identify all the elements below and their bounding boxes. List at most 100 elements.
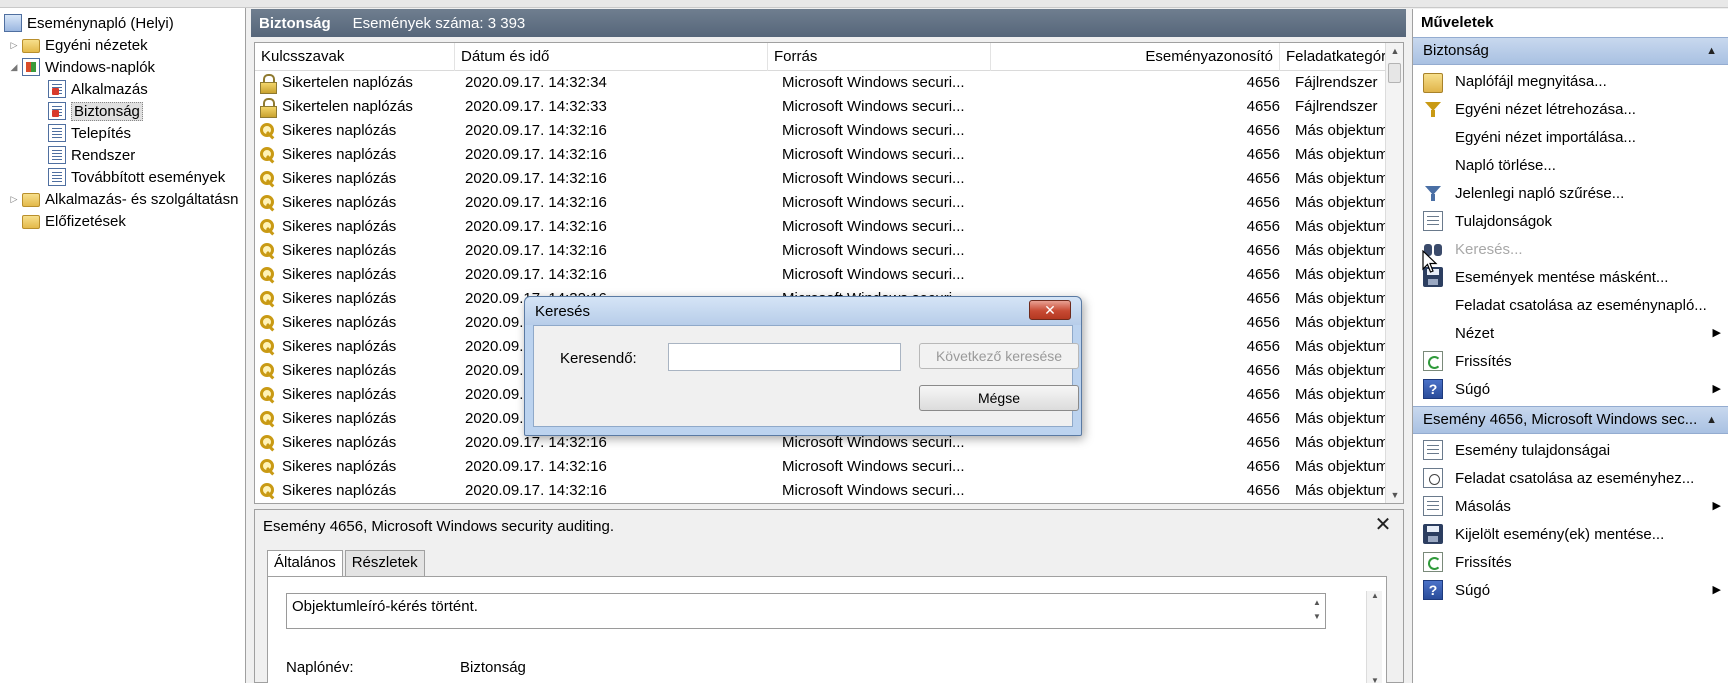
action-event-properties[interactable]: Esemény tulajdonságai: [1413, 436, 1728, 464]
tree-item-system[interactable]: Rendszer: [48, 144, 135, 166]
dialog-close-button[interactable]: ✕: [1029, 300, 1071, 320]
action-save-selected-events[interactable]: Kijelölt esemény(ek) mentése...: [1413, 520, 1728, 548]
dialog-title: Keresés: [535, 303, 591, 320]
action-help-event[interactable]: ? Súgó ▶: [1413, 576, 1728, 604]
action-copy[interactable]: Másolás ▶: [1413, 492, 1728, 520]
section-header-label: Biztonság: [1423, 42, 1489, 59]
log-icon: [48, 80, 66, 98]
column-source[interactable]: Forrás: [768, 43, 991, 71]
action-refresh[interactable]: Frissítés: [1413, 347, 1728, 375]
table-row[interactable]: Sikeres naplózás 2020.09.17. 14:32:16 Micr…: [255, 263, 1385, 287]
cell-keyword-text: Sikeres naplózás: [282, 146, 397, 163]
cell-task-category: Más objektum-hozzáférés...: [1295, 242, 1385, 259]
table-row[interactable]: Sikertelen naplózás 2020.09.17. 14:32:34 M…: [255, 71, 1385, 95]
event-description[interactable]: Objektumleíró-kérés történt. ▲ ▼: [286, 593, 1326, 629]
column-keywords[interactable]: Kulcsszavak: [255, 43, 455, 71]
table-row[interactable]: Sikeres naplózás 2020.09.17. 14:32:16 Micr…: [255, 191, 1385, 215]
cell-keyword: Sikeres naplózás: [259, 431, 449, 455]
event-list-scrollbar[interactable]: ▲ ▼: [1385, 43, 1403, 503]
cell-date-time: 2020.09.17. 14:32:16: [465, 242, 607, 259]
scroll-thumb[interactable]: [1388, 63, 1401, 83]
tree-item-security[interactable]: Biztonság: [48, 100, 143, 122]
scroll-down-icon[interactable]: ▼: [1367, 676, 1383, 683]
tree-item-subscriptions[interactable]: Előfizetések: [22, 210, 126, 232]
table-row[interactable]: Sikeres naplózás 2020.09.17. 14:32:16 Micr…: [255, 239, 1385, 263]
action-refresh-event[interactable]: Frissítés: [1413, 548, 1728, 576]
key-icon: [259, 194, 277, 212]
action-clear-log[interactable]: Napló törlése...: [1413, 151, 1728, 179]
action-import-custom-view[interactable]: Egyéni nézet importálása...: [1413, 123, 1728, 151]
cell-task-category: Más objektum-hozzáférés...: [1295, 146, 1385, 163]
scroll-down-icon[interactable]: ▼: [1386, 487, 1403, 503]
expand-icon[interactable]: ▷: [8, 40, 20, 51]
table-row[interactable]: Sikeres naplózás 2020.09.17. 14:32:16 Micr…: [255, 215, 1385, 239]
tree-item-setup[interactable]: Telepítés: [48, 122, 131, 144]
column-task-category[interactable]: Feladatkategória: [1280, 43, 1398, 71]
action-view[interactable]: Nézet ▶: [1413, 319, 1728, 347]
cell-event-id: 4656: [1246, 146, 1280, 163]
detail-tabs: Általános Részletek: [267, 550, 427, 577]
scroll-up-icon[interactable]: ▲: [1367, 591, 1383, 600]
cell-event-id: 4656: [1246, 266, 1280, 283]
actions-section-event[interactable]: Esemény 4656, Microsoft Windows sec... ▲: [1413, 406, 1728, 434]
column-date-time[interactable]: Dátum és idő: [455, 43, 768, 71]
table-row[interactable]: Sikeres naplózás 2020.09.17. 14:32:16 Micr…: [255, 479, 1385, 503]
table-row[interactable]: Sikertelen naplózás 2020.09.17. 14:32:33 M…: [255, 95, 1385, 119]
copy-icon: [1423, 496, 1443, 516]
key-icon: [259, 362, 277, 380]
action-filter-current-log[interactable]: Jelenlegi napló szűrése...: [1413, 179, 1728, 207]
close-icon[interactable]: ✕: [1373, 514, 1393, 536]
find-input[interactable]: [668, 343, 901, 371]
table-row[interactable]: Sikeres naplózás 2020.09.17. 14:32:16 Micr…: [255, 119, 1385, 143]
tree-item-custom-views[interactable]: ▷ Egyéni nézetek: [8, 34, 148, 56]
cell-task-category: Más objektum-hozzáférés...: [1295, 482, 1385, 499]
dialog-titlebar[interactable]: Keresés ✕: [525, 297, 1081, 325]
table-row[interactable]: Sikeres naplózás 2020.09.17. 14:32:16 Micr…: [255, 167, 1385, 191]
cancel-button[interactable]: Mégse: [919, 385, 1079, 411]
collapse-icon[interactable]: ▲: [1706, 38, 1717, 64]
table-row[interactable]: Sikeres naplózás 2020.09.17. 14:32:16 Micr…: [255, 143, 1385, 167]
action-open-log[interactable]: Naplófájl megnyitása...: [1413, 67, 1728, 95]
detail-scrollbar[interactable]: ▲ ▼: [1366, 591, 1382, 683]
cell-keyword-text: Sikeres naplózás: [282, 434, 397, 451]
action-help[interactable]: ? Súgó ▶: [1413, 375, 1728, 403]
tree-item-app-services[interactable]: ▷ Alkalmazás- és szolgáltatásn: [8, 188, 239, 210]
action-create-custom-view[interactable]: Egyéni nézet létrehozása...: [1413, 95, 1728, 123]
action-find[interactable]: Keresés...: [1413, 235, 1728, 263]
action-attach-task-to-event[interactable]: Feladat csatolása az eseményhez...: [1413, 464, 1728, 492]
cell-event-id: 4656: [1246, 170, 1280, 187]
find-next-button[interactable]: Következő keresése: [919, 343, 1079, 369]
collapse-icon[interactable]: ◢: [8, 62, 20, 73]
column-event-id[interactable]: Eseményazonosító: [991, 43, 1280, 71]
scroll-up-icon[interactable]: ▲: [1386, 43, 1403, 59]
blank-icon: [1423, 155, 1443, 175]
cell-keyword-text: Sikeres naplózás: [282, 218, 397, 235]
description-scroll-icon[interactable]: ▲ ▼: [1311, 596, 1323, 624]
cell-keyword-text: Sikeres naplózás: [282, 242, 397, 259]
cell-keyword-text: Sikeres naplózás: [282, 122, 397, 139]
expand-icon[interactable]: ▷: [8, 194, 20, 205]
tree-item-application[interactable]: Alkalmazás: [48, 78, 148, 100]
action-properties[interactable]: Tulajdonságok: [1413, 207, 1728, 235]
actions-section-security[interactable]: Biztonság ▲: [1413, 37, 1728, 65]
table-row[interactable]: Sikeres naplózás 2020.09.17. 14:32:16 Micr…: [255, 455, 1385, 479]
cell-source: Microsoft Windows securi...: [782, 122, 965, 139]
event-rows: Sikertelen naplózás 2020.09.17. 14:32:34 M…: [255, 71, 1385, 503]
action-label: Napló törlése...: [1455, 156, 1556, 174]
tree-root[interactable]: Eseménynapló (Helyi): [4, 12, 174, 34]
cell-event-id: 4656: [1246, 218, 1280, 235]
key-icon: [259, 434, 277, 452]
blank-icon: [1423, 295, 1443, 315]
properties-icon: [1423, 440, 1443, 460]
tab-details[interactable]: Részletek: [344, 550, 425, 576]
tree-item-windows-logs[interactable]: ◢ Windows-naplók: [8, 56, 155, 78]
cell-task-category: Más objektum-hozzáférés...: [1295, 362, 1385, 379]
tree-item-forwarded-events[interactable]: Továbbított események: [48, 166, 225, 188]
collapse-icon[interactable]: ▲: [1706, 407, 1717, 433]
action-attach-task-to-log[interactable]: Feladat csatolása az eseménynapló...: [1413, 291, 1728, 319]
action-save-events-as[interactable]: Események mentése másként...: [1413, 263, 1728, 291]
action-label: Feladat csatolása az eseménynapló...: [1455, 296, 1707, 314]
help-icon: ?: [1423, 379, 1443, 399]
tab-general[interactable]: Általános: [267, 550, 343, 577]
key-icon: [259, 122, 277, 140]
